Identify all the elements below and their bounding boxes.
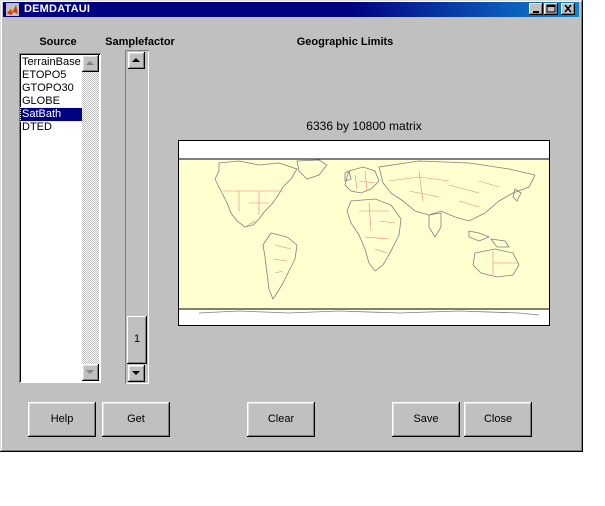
minimize-icon (533, 11, 539, 13)
matrix-size-caption: 6336 by 10800 matrix (306, 119, 422, 133)
get-button[interactable]: Get (102, 402, 170, 437)
demdataui-window: DEMDATAUI Source Samplefactor Geographic… (0, 0, 583, 452)
slider-thumb[interactable]: 1 (127, 316, 147, 364)
world-map-graphic (179, 141, 549, 325)
source-listbox[interactable]: TerrainBase ETOPO5 GTOPO30 GLOBE SatBath… (19, 53, 101, 383)
arrow-down-icon (86, 370, 94, 374)
help-button[interactable]: Help (28, 402, 96, 437)
source-list-items: TerrainBase ETOPO5 GTOPO30 GLOBE SatBath… (20, 56, 84, 134)
slider-down-button[interactable] (128, 365, 145, 382)
list-item-globe[interactable]: GLOBE (21, 95, 83, 108)
close-icon (564, 4, 572, 13)
maximize-button[interactable] (544, 3, 558, 15)
matlab-icon (6, 3, 19, 16)
window-title: DEMDATAUI (24, 3, 91, 15)
close-window-button[interactable] (561, 3, 575, 15)
slider-up-button[interactable] (128, 52, 145, 69)
source-label: Source (39, 36, 77, 48)
world-map[interactable] (178, 140, 550, 326)
samplefactor-slider[interactable]: 1 (125, 50, 149, 384)
arrow-up-icon (86, 61, 94, 65)
scroll-down-button[interactable] (82, 364, 99, 381)
scroll-up-button[interactable] (82, 55, 99, 72)
save-button[interactable]: Save (392, 402, 460, 437)
samplefactor-value: 1 (133, 333, 141, 345)
list-item-dted[interactable]: DTED (21, 121, 83, 134)
arrow-up-icon (132, 58, 140, 62)
maximize-icon (546, 4, 556, 13)
list-item-satbath[interactable]: SatBath (20, 107, 84, 122)
geographic-limits-label: Geographic Limits (296, 36, 394, 48)
source-scrollbar[interactable] (82, 55, 99, 381)
close-button[interactable]: Close (464, 402, 532, 437)
clear-button[interactable]: Clear (247, 402, 315, 437)
title-bar[interactable]: DEMDATAUI (3, 2, 579, 17)
minimize-button[interactable] (529, 3, 543, 15)
list-item-etopo5[interactable]: ETOPO5 (21, 69, 83, 82)
samplefactor-label: Samplefactor (105, 36, 175, 48)
list-item-gtopo30[interactable]: GTOPO30 (21, 82, 83, 95)
list-item-terrainbase[interactable]: TerrainBase (21, 56, 83, 69)
arrow-down-icon (132, 371, 140, 375)
